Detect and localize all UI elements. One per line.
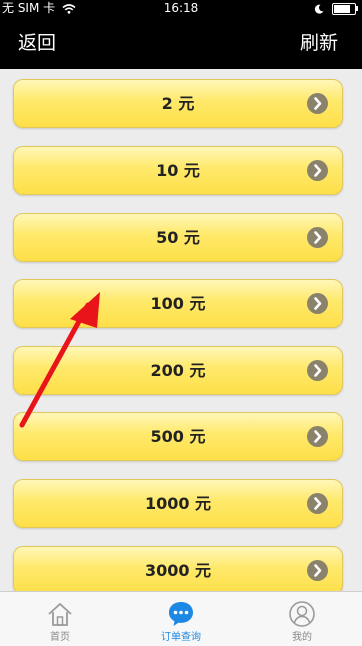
status-bar: 无 SIM 卡 16:18	[0, 0, 362, 17]
chevron-right-icon	[307, 160, 328, 181]
amount-button-200[interactable]: 200 元	[13, 346, 343, 395]
amount-button-2[interactable]: 2 元	[13, 79, 343, 128]
chevron-right-icon	[307, 293, 328, 314]
chevron-right-icon	[307, 93, 328, 114]
amount-button-3000[interactable]: 3000 元	[13, 546, 343, 591]
tab-label: 订单查询	[161, 632, 201, 643]
amount-button-100[interactable]: 100 元	[13, 279, 343, 328]
tab-mine[interactable]: 我的	[242, 592, 362, 646]
chevron-right-icon	[307, 227, 328, 248]
amount-label: 3000 元	[144, 561, 212, 580]
chevron-right-icon	[307, 360, 328, 381]
amount-button-1000[interactable]: 1000 元	[13, 479, 343, 528]
amount-button-10[interactable]: 10 元	[13, 146, 343, 195]
amount-label: 10 元	[156, 161, 200, 180]
refresh-button[interactable]: 刷新	[300, 30, 338, 56]
amount-button-500[interactable]: 500 元	[13, 412, 343, 461]
chevron-right-icon	[307, 560, 328, 581]
tab-label: 首页	[50, 632, 70, 643]
amount-label: 50 元	[156, 228, 200, 247]
chat-icon	[169, 602, 193, 626]
top-bar: 无 SIM 卡 16:18 返回 刷新	[0, 0, 362, 69]
amount-label: 500 元	[150, 427, 206, 446]
amount-label: 100 元	[150, 294, 206, 313]
amount-label: 1000 元	[144, 494, 212, 513]
back-button[interactable]: 返回	[18, 30, 56, 56]
user-icon	[289, 601, 315, 627]
tab-home[interactable]: 首页	[0, 592, 120, 646]
status-right-icons	[314, 0, 358, 17]
amount-label: 200 元	[150, 361, 206, 380]
battery-icon	[332, 2, 356, 15]
home-icon	[48, 603, 72, 626]
amount-list: 2 元 10 元 50 元 100 元 200 元 500 元 1000 元 3…	[0, 69, 362, 591]
amount-label: 2 元	[161, 94, 195, 113]
status-time: 16:18	[163, 1, 199, 15]
tab-label: 我的	[292, 632, 312, 643]
battery-cap	[356, 6, 358, 11]
amount-button-50[interactable]: 50 元	[13, 213, 343, 262]
tab-order-query[interactable]: 订单查询	[121, 592, 241, 646]
moon-icon	[315, 4, 324, 14]
bottom-tab-bar: 首页 订单查询 我的	[0, 591, 362, 646]
chevron-right-icon	[307, 493, 328, 514]
chevron-right-icon	[307, 426, 328, 447]
